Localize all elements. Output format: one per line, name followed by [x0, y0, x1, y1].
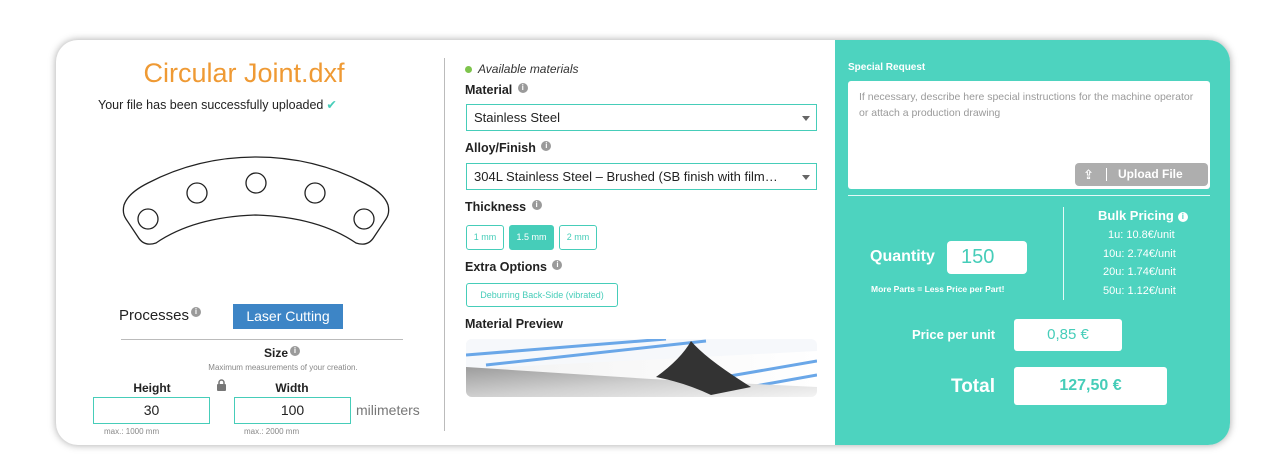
- quantity-input[interactable]: 150: [947, 241, 1027, 274]
- size-hint: Maximum measurements of your creation.: [208, 363, 358, 372]
- availability-text: Available materials: [478, 62, 579, 76]
- thickness-option-selected[interactable]: 1.5 mm: [509, 225, 554, 250]
- material-label: Material i: [465, 83, 528, 97]
- size-label: Size i: [56, 346, 508, 360]
- alloy-value: 304L Stainless Steel – Brushed (SB finis…: [474, 169, 778, 184]
- quote-card: Circular Joint.dxf Your file has been su…: [56, 40, 1230, 445]
- lock-icon[interactable]: [216, 379, 227, 394]
- bulk-price-row: 1u: 10.8€/unit: [1108, 229, 1175, 241]
- availability-status: Available materials: [465, 62, 579, 76]
- upload-file-label: Upload File: [1118, 167, 1183, 181]
- divider: [121, 339, 403, 340]
- info-icon[interactable]: i: [541, 141, 552, 151]
- alloy-select[interactable]: 304L Stainless Steel – Brushed (SB finis…: [466, 163, 817, 190]
- part-preview: [122, 156, 390, 245]
- check-icon: ✔: [326, 98, 337, 112]
- alloy-label-text: Alloy/Finish: [465, 141, 536, 155]
- laser-cutting-button[interactable]: Laser Cutting: [233, 304, 343, 329]
- deburring-option[interactable]: Deburring Back-Side (vibrated): [466, 283, 618, 307]
- material-select[interactable]: Stainless Steel: [466, 104, 817, 131]
- status-dot-icon: [465, 66, 472, 74]
- height-label: Height: [133, 381, 171, 395]
- special-request-label: Special Request: [848, 62, 926, 73]
- size-label-text: Size: [263, 346, 288, 360]
- bulk-price-row: 10u: 2.74€/unit: [1103, 248, 1176, 260]
- config-panel: Available materials Material i Stainless…: [445, 40, 835, 445]
- width-label: Width: [275, 381, 309, 395]
- bulk-price-row: 50u: 1.12€/unit: [1103, 285, 1176, 297]
- height-input[interactable]: 30: [93, 397, 210, 424]
- divider: [848, 195, 1210, 196]
- total-label: Total: [951, 376, 995, 397]
- chevron-down-icon: [802, 175, 810, 180]
- upload-file-button[interactable]: ⇪ Upload File: [1075, 163, 1208, 186]
- price-per-unit-label: Price per unit: [912, 327, 996, 342]
- width-max: max.: 2000 mm: [244, 427, 300, 436]
- price-per-unit-value: 0,85 €: [1014, 319, 1122, 351]
- info-icon[interactable]: i: [517, 83, 528, 93]
- bulk-price-row: 20u: 1.74€/unit: [1103, 266, 1176, 278]
- material-label-text: Material: [465, 83, 513, 97]
- quantity-label: Quantity: [870, 248, 935, 265]
- bulk-pricing-title: Bulk Pricing i: [1098, 208, 1188, 223]
- unit-label: milimeters: [356, 402, 420, 418]
- divider: [1106, 168, 1107, 181]
- order-panel: Special Request If necessary, describe h…: [835, 40, 1230, 445]
- alloy-label: Alloy/Finish i: [465, 141, 552, 155]
- info-icon[interactable]: i: [1177, 211, 1188, 222]
- height-max: max.: 1000 mm: [104, 427, 160, 436]
- extra-options-label-text: Extra Options: [465, 260, 547, 274]
- total-value: 127,50 €: [1014, 367, 1167, 405]
- bulk-pricing-title-text: Bulk Pricing: [1098, 208, 1174, 223]
- material-value: Stainless Steel: [474, 110, 560, 125]
- chevron-down-icon: [802, 116, 810, 121]
- material-preview-label: Material Preview: [465, 317, 563, 331]
- material-preview-image: [466, 339, 817, 397]
- divider: [1063, 207, 1064, 300]
- thickness-label: Thickness i: [465, 200, 542, 214]
- thickness-option[interactable]: 1 mm: [466, 225, 504, 250]
- info-icon[interactable]: i: [290, 346, 300, 356]
- width-input[interactable]: 100: [234, 397, 351, 424]
- file-panel: Circular Joint.dxf Your file has been su…: [56, 40, 444, 445]
- info-icon[interactable]: i: [552, 260, 563, 270]
- processes-label-text: Processes: [119, 307, 190, 324]
- upload-icon: ⇪: [1083, 167, 1094, 182]
- processes-label: Processes i: [119, 307, 202, 324]
- info-icon[interactable]: i: [531, 200, 542, 210]
- thickness-option[interactable]: 2 mm: [559, 225, 597, 250]
- upload-status-text: Your file has been successfully uploaded: [98, 98, 324, 112]
- thickness-label-text: Thickness: [465, 200, 527, 214]
- extra-options-label: Extra Options i: [465, 260, 563, 274]
- upload-status: Your file has been successfully uploaded…: [98, 97, 337, 112]
- quantity-note: More Parts = Less Price per Part!: [871, 284, 1005, 294]
- file-title: Circular Joint.dxf: [143, 58, 345, 88]
- info-icon[interactable]: i: [191, 307, 202, 317]
